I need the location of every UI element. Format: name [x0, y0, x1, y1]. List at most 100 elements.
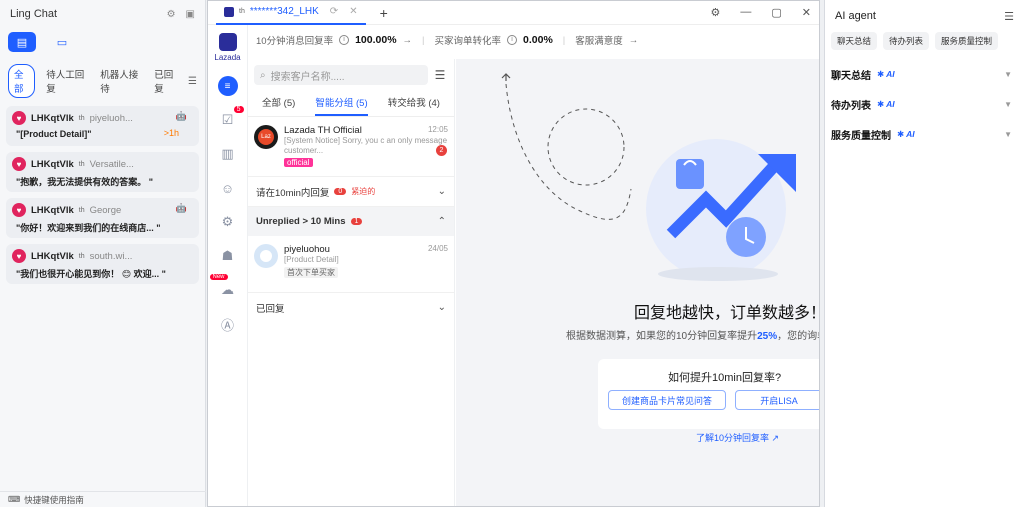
segment-all[interactable]: 全部 (5) — [262, 95, 295, 116]
chevron-down-icon[interactable]: ⌄ — [438, 302, 446, 313]
group-reply-within-10min[interactable]: 请在10min内回复 0 紧迫的 ⌄ — [248, 176, 454, 206]
robot-nav-icon[interactable]: ☗ — [218, 246, 238, 266]
search-placeholder: 搜索客户名称..... — [270, 71, 345, 83]
settings-nav-icon[interactable]: ⚙ — [218, 212, 238, 232]
conversation-time: 24/05 — [427, 244, 448, 253]
filter-replied[interactable]: 已回复 — [149, 65, 182, 97]
section-service-quality[interactable]: 服务质量控制 ✱ AI ▼ — [825, 120, 1024, 148]
conversation-segments: 全部 (5) 智能分组 (5) 转交给我 (4) — [248, 95, 454, 117]
minimize-icon[interactable]: — — [740, 6, 751, 19]
settings-icon[interactable]: ⚙ — [711, 6, 721, 19]
shop-name: LHKqtVlk — [31, 204, 74, 216]
country-flag: th — [78, 114, 85, 122]
wait-time-badge: >1h — [163, 128, 179, 138]
chat-filter-bar: 全部 待人工回复 机器人接待 已回复 ☰ — [0, 56, 205, 102]
collapse-menu-icon[interactable]: ☰ — [1004, 10, 1014, 23]
refresh-icon[interactable]: ⟳ — [330, 6, 338, 17]
country-flag: th — [78, 252, 85, 260]
external-link-icon: ↗ — [771, 433, 780, 443]
tasks-badge: 5 — [233, 106, 244, 113]
group-label: 请在10min内回复 — [256, 187, 330, 199]
arrow-right-icon[interactable]: → — [629, 35, 639, 46]
section-chat-summary[interactable]: 聊天总结 ✱ AI ▼ — [825, 60, 1024, 88]
promo-subtitle: 根据数据测算，如果您的10分钟回复率提升25%，您的询单 — [566, 327, 819, 342]
monitor-mode-button[interactable]: ▭ — [48, 32, 76, 52]
enable-lisa-button[interactable]: 开启LISA — [735, 390, 819, 410]
create-faq-button[interactable]: 创建商品卡片常见问答 — [608, 390, 726, 410]
checklist-filter-icon[interactable]: ☰ — [432, 68, 448, 82]
metrics-bar: 10分钟消息回复率 i 100.00% → | 买家询单转化率 i 0.00% … — [256, 34, 639, 47]
monitor-icon: ▭ — [56, 36, 68, 49]
lazada-chat-window: th *******342_LHK ⟳ ✕ + ⚙ — ▢ ✕ Lazada ≡… — [207, 0, 820, 507]
new-feature-nav-icon[interactable]: ☁ New — [209, 274, 238, 300]
maximize-icon[interactable]: ▢ — [771, 6, 781, 19]
caret-down-icon[interactable]: ▼ — [1004, 70, 1012, 79]
lazada-brand: Lazada — [214, 33, 241, 62]
conversation-name: Lazada TH Official — [284, 125, 362, 136]
bot-icon: 🤖 — [175, 111, 187, 121]
conversation-name: piyeluohou — [284, 244, 330, 255]
arrow-right-icon[interactable]: → — [403, 35, 413, 46]
tab-service-quality[interactable]: 服务质量控制 — [935, 32, 999, 50]
settings-icon[interactable]: ⚙ — [167, 9, 176, 20]
caret-down-icon[interactable]: ▼ — [1004, 130, 1012, 139]
stats-nav-icon[interactable]: ▥ — [218, 144, 238, 164]
add-tab-button[interactable]: + — [380, 5, 388, 21]
shop-avatar-icon: ♥ — [12, 203, 26, 217]
empty-state-panel: 回复地越快，订单数越多！ 根据数据测算，如果您的10分钟回复率提升25%，您的询… — [456, 59, 819, 506]
user-settings-nav-icon[interactable]: ☺ — [218, 178, 238, 198]
conversation-item[interactable]: piyeluohou [Product Detail] 首次下单买家 24/05 — [248, 236, 454, 286]
official-tag: official — [284, 158, 313, 167]
conversation-item[interactable]: Laz Lazada TH Official [System Notice] S… — [248, 117, 454, 176]
shop-name: LHKqtVlk — [31, 158, 74, 170]
group-unreplied-over-10min[interactable]: Unreplied > 10 Mins 1 ⌃ — [248, 206, 454, 236]
info-icon[interactable]: i — [339, 35, 350, 45]
segment-transferred[interactable]: 转交给我 (4) — [388, 95, 440, 116]
chevron-up-icon[interactable]: ⌃ — [438, 216, 446, 227]
learn-more-label: 了解10分钟回复率 — [696, 433, 770, 443]
tab-chat-summary[interactable]: 聊天总结 — [831, 32, 878, 50]
customer-search-input[interactable]: ⌕ 搜索客户名称..... — [254, 65, 428, 85]
reply-rate-value: 100.00% — [355, 34, 397, 46]
filter-bot[interactable]: 机器人接待 — [95, 65, 143, 97]
conversation-time: 12:05 — [427, 125, 448, 134]
tab-todo-list[interactable]: 待办列表 — [883, 32, 930, 50]
close-window-icon[interactable]: ✕ — [802, 6, 811, 19]
group-label: Unreplied > 10 Mins — [256, 216, 346, 227]
learn-more-link[interactable]: 了解10分钟回复率 ↗ — [696, 431, 779, 444]
store-avatar: Laz — [254, 125, 278, 149]
close-tab-icon[interactable]: ✕ — [349, 6, 357, 17]
chat-mode-button[interactable]: ▤ — [8, 32, 36, 52]
tasks-nav-icon[interactable]: ☑ 5 — [218, 106, 244, 130]
country-flag: th — [239, 8, 245, 15]
conversation-message: [System Notice] Sorry, you c an only mes… — [284, 136, 448, 155]
window-icon[interactable]: ▣ — [186, 9, 195, 20]
search-icon: ⌕ — [260, 69, 266, 81]
chat-list-item[interactable]: ♥ LHKqtVlk th Versatile... "抱歉，我无法提供有效的答… — [6, 152, 199, 192]
chat-nav-icon[interactable]: ≡ — [217, 76, 238, 96]
group-replied[interactable]: 已回复 ⌄ — [248, 292, 454, 322]
filter-pending-manual[interactable]: 待人工回复 — [41, 65, 89, 97]
more-filters-icon[interactable]: ☰ — [188, 76, 197, 87]
shortcut-guide-link[interactable]: ⌨ 快捷键使用指南 — [0, 491, 206, 507]
conversation-list-column: ⌕ 搜索客户名称..... ☰ 全部 (5) 智能分组 (5) 转交给我 (4)… — [248, 59, 455, 506]
chat-list-item[interactable]: ♥ LHKqtVlk th piyeluoh... "[Product Deta… — [6, 106, 199, 146]
chat-list-item[interactable]: ♥ LHKqtVlk th south.wi... "我们也很开心能见到你！ 😊… — [6, 244, 199, 284]
customer-name: piyeluoh... — [89, 112, 133, 124]
store-tab[interactable]: th *******342_LHK ⟳ ✕ — [216, 1, 366, 25]
promo-sub-pre: 根据数据测算，如果您的10分钟回复率提升 — [566, 331, 758, 342]
new-badge: New — [209, 274, 228, 280]
message-preview: "我们也很开心能见到你！ 😊 欢迎... " — [16, 269, 166, 279]
filter-all[interactable]: 全部 — [8, 64, 36, 98]
chat-list-item[interactable]: ♥ LHKqtVlk th George "你好！欢迎来到我们的在线商店... … — [6, 198, 199, 238]
laz-logo-icon: Laz — [258, 129, 274, 145]
info-icon[interactable]: i — [507, 35, 518, 45]
conversion-rate-label: 买家询单转化率 — [434, 36, 502, 47]
translate-nav-icon[interactable]: Ⓐ — [218, 314, 238, 334]
section-todo-list[interactable]: 待办列表 ✱ AI ▼ — [825, 90, 1024, 118]
promo-sub-pct: 25% — [757, 331, 778, 342]
chevron-down-icon[interactable]: ⌄ — [438, 186, 446, 197]
caret-down-icon[interactable]: ▼ — [1004, 100, 1012, 109]
customer-name: George — [89, 204, 122, 216]
segment-smart-group[interactable]: 智能分组 (5) — [315, 95, 368, 116]
